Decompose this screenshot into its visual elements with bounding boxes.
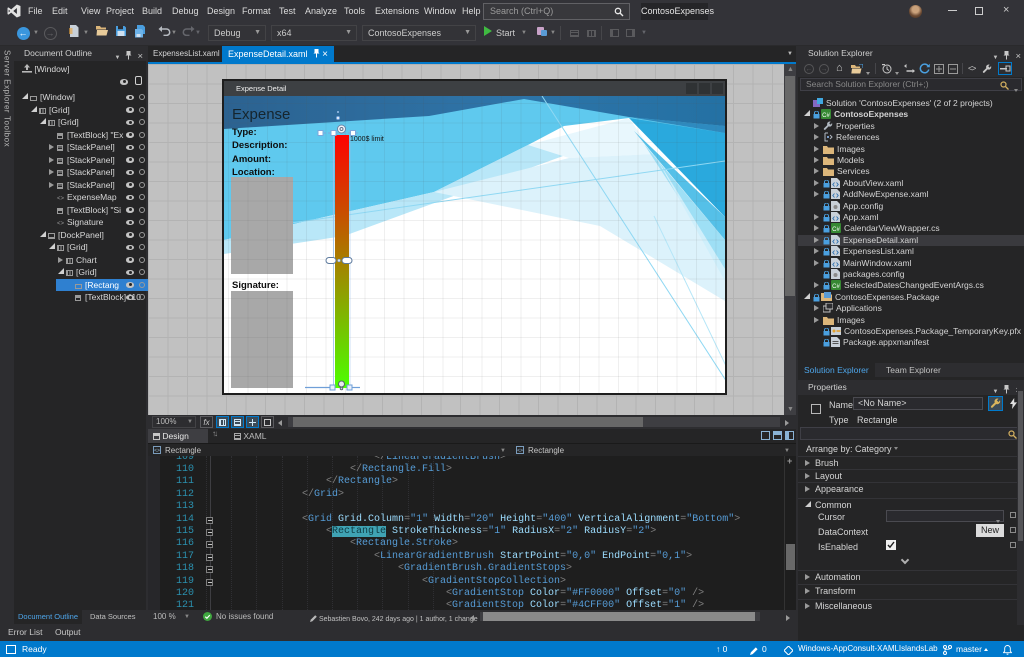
svg-text:C#: C#: [832, 227, 840, 233]
svg-text:C#: C#: [822, 113, 830, 119]
svg-text:C#: C#: [832, 284, 840, 290]
